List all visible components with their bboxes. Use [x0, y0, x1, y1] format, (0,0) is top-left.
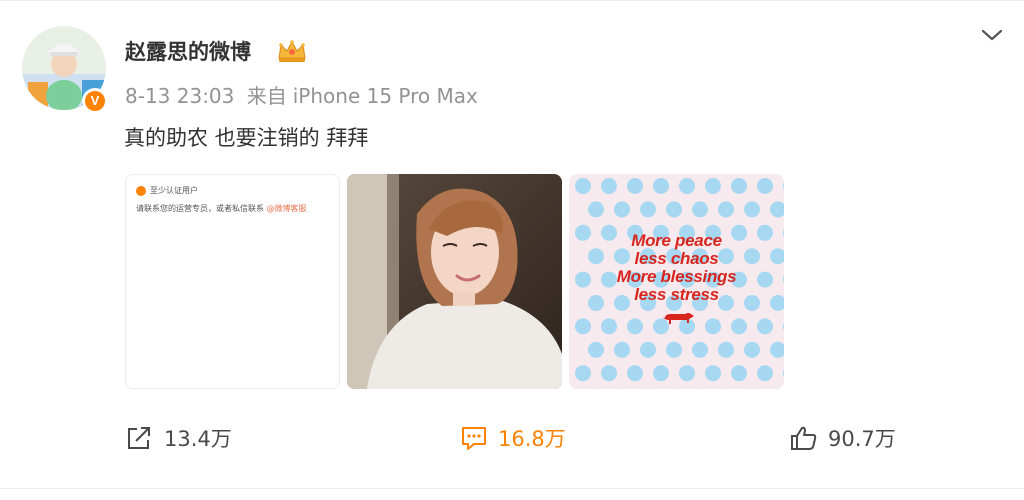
polka-dot — [692, 341, 708, 358]
comment-button[interactable]: 16.8万 — [460, 420, 566, 456]
bottom-divider — [0, 488, 1024, 489]
polka-dot — [731, 365, 747, 382]
username-link[interactable]: 赵露思的微博 — [125, 36, 251, 66]
polka-dot — [575, 318, 591, 335]
dachshund-icon — [663, 313, 694, 324]
polka-dot — [731, 318, 747, 335]
weibo-logo-icon — [136, 185, 146, 196]
polka-dot — [744, 341, 760, 358]
selfie-photo — [347, 174, 562, 389]
action-bar: 13.4万 16.8万 90.7万 — [0, 420, 1024, 456]
notice-header: 至少认证用户 — [136, 185, 198, 196]
polka-dot — [627, 318, 643, 335]
notice-label: 至少认证用户 — [150, 186, 198, 195]
polka-dot — [705, 178, 721, 194]
chevron-down-icon[interactable] — [980, 24, 1004, 46]
polka-dot — [679, 178, 695, 194]
slogan-line-3: More blessings — [616, 267, 737, 286]
polka-dot — [588, 341, 604, 358]
post-time[interactable]: 8-13 23:03 — [125, 84, 234, 108]
polka-dot — [757, 318, 773, 335]
notice-body: 请联系您的运营专员，或者私信联系 — [136, 204, 264, 213]
polka-dot — [575, 178, 591, 194]
notice-text: 请联系您的运营专员，或者私信联系 @微博客服 — [136, 203, 307, 214]
polka-dot — [640, 341, 656, 358]
post-image-2[interactable] — [347, 174, 562, 389]
post-source-device: iPhone 15 Pro Max — [292, 84, 478, 108]
repost-button[interactable]: 13.4万 — [126, 420, 232, 456]
slogan-line-4: less stress — [634, 285, 719, 304]
polka-dot — [588, 201, 604, 218]
polka-dot — [744, 201, 760, 218]
polka-dot — [601, 178, 617, 194]
post-source-prefix: 来自 — [246, 84, 287, 108]
polka-dot — [757, 178, 773, 194]
top-divider — [0, 0, 1024, 1]
polka-dot — [692, 201, 708, 218]
polka-dot — [614, 201, 630, 218]
polka-dot — [757, 365, 773, 382]
polka-dot — [653, 178, 669, 194]
polka-dot — [601, 365, 617, 382]
verified-badge: V — [82, 88, 108, 114]
polka-dot — [731, 178, 747, 194]
post-text: 真的助农 也要注销的 拜拜 — [124, 126, 369, 150]
comment-icon — [462, 427, 486, 450]
polka-dot — [718, 201, 734, 218]
comment-count: 16.8万 — [498, 427, 566, 451]
post-image-3[interactable]: More peace less chaos More blessings les… — [569, 174, 784, 389]
slogan-text: More peace less chaos More blessings les… — [569, 232, 784, 304]
notice-link: @微博客服 — [266, 204, 307, 213]
repost-count: 13.4万 — [164, 427, 232, 451]
polka-dot — [705, 365, 721, 382]
like-button[interactable]: 90.7万 — [790, 420, 896, 456]
polka-dot — [666, 201, 682, 218]
post-meta: 8-13 23:03 来自 iPhone 15 Pro Max — [125, 80, 484, 109]
polka-dot — [705, 318, 721, 335]
polka-dot — [653, 365, 669, 382]
polka-dot — [575, 365, 591, 382]
slogan-line-2: less chaos — [634, 249, 719, 268]
polka-dot — [627, 365, 643, 382]
post-image-1[interactable]: 至少认证用户 请联系您的运营专员，或者私信联系 @微博客服 — [125, 174, 340, 389]
repost-icon — [128, 427, 150, 449]
polka-dot — [614, 341, 630, 358]
polka-dot — [718, 341, 734, 358]
crown-badge-icon[interactable] — [276, 38, 308, 64]
polka-dot — [627, 178, 643, 194]
like-count: 90.7万 — [828, 427, 896, 451]
polka-dot — [666, 341, 682, 358]
thumbs-up-icon — [791, 426, 817, 450]
verified-v-icon: V — [85, 91, 105, 111]
polka-dot — [640, 201, 656, 218]
slogan-line-1: More peace — [631, 231, 722, 250]
polka-dot — [679, 365, 695, 382]
polka-dot — [601, 318, 617, 335]
